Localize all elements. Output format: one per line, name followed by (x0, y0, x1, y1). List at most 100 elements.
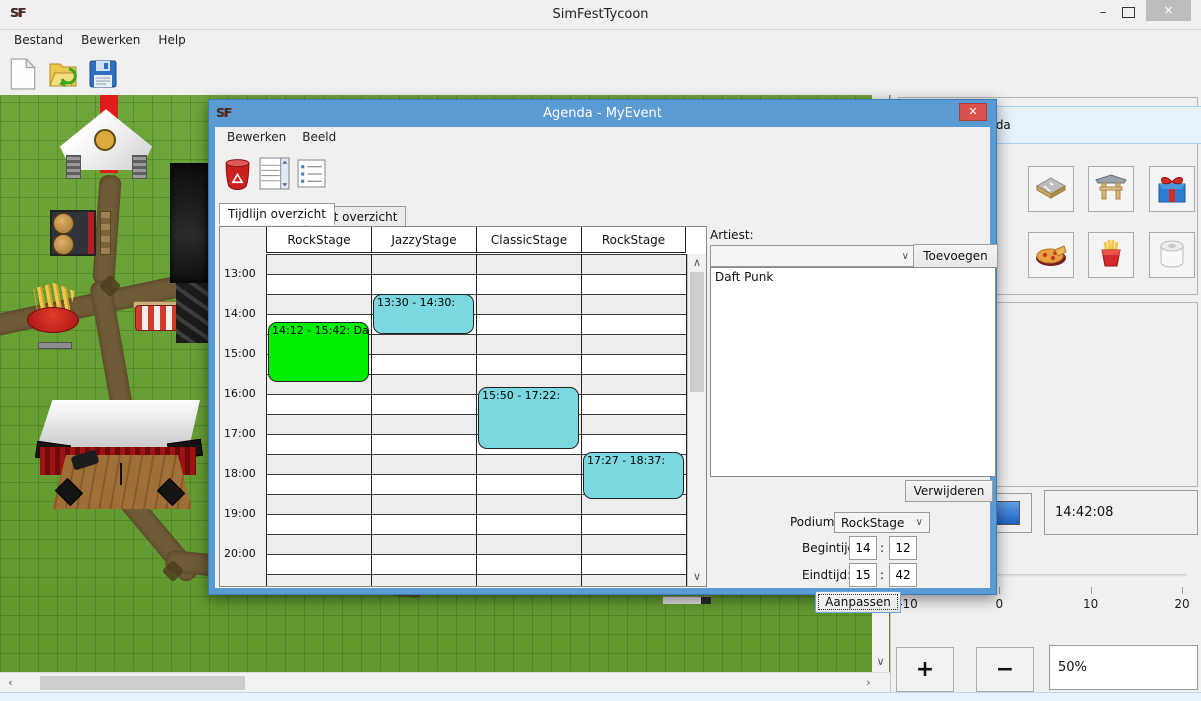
shop-button-pizza[interactable] (1028, 232, 1074, 278)
artist-listbox[interactable]: Daft Punk (710, 267, 996, 477)
burger (53, 234, 74, 255)
zoom-out-button[interactable]: − (976, 647, 1034, 692)
artist-combobox[interactable]: ∨ (710, 245, 916, 267)
shop-button-gift[interactable] (1149, 166, 1195, 212)
tent-logo (94, 129, 116, 151)
minimize-button[interactable]: – (1090, 2, 1116, 24)
road-icon (1033, 170, 1069, 209)
app-window: ∨ ‹ › Agenda 14:42:08 + (0, 0, 1201, 701)
maximize-button[interactable] (1122, 7, 1135, 18)
remove-artist-button[interactable]: Verwijderen (905, 480, 993, 502)
timeline-view-icon[interactable] (259, 157, 290, 190)
time-label: 20:00 (224, 547, 264, 560)
end-time-label: Eindtijd: (802, 568, 851, 582)
tent-leg (132, 155, 147, 179)
podium-combobox[interactable]: RockStage ∨ (834, 512, 930, 533)
shop-button-fries[interactable] (1088, 232, 1134, 278)
start-hour-field[interactable] (849, 536, 877, 560)
game-clock: 14:42:08 (1044, 490, 1198, 535)
fries-stand (27, 307, 79, 333)
time-label: 14:00 (224, 307, 264, 320)
wood-table (100, 211, 111, 255)
dialog-titlebar[interactable]: SF Agenda - MyEvent ✕ (209, 100, 996, 127)
grid-line (581, 254, 582, 586)
stage-mic (120, 463, 122, 485)
scroll-right-icon[interactable]: › (862, 676, 875, 690)
gift-icon (1154, 170, 1190, 209)
speaker-rig (176, 283, 208, 343)
burger (53, 213, 74, 234)
artist-label: Artiest: (710, 228, 754, 242)
agenda-event[interactable]: 15:50 - 17:22: (478, 387, 579, 448)
slider-tick (1091, 587, 1092, 594)
map-hscrollbar[interactable]: ‹ › (0, 672, 890, 692)
slider-scale-label: 20 (1174, 597, 1189, 611)
podium-label: Podium: (790, 515, 838, 529)
time-label: 17:00 (224, 427, 264, 440)
zoom-in-button[interactable]: + (896, 647, 954, 692)
scroll-left-icon[interactable]: ‹ (4, 676, 17, 690)
timeline-grid[interactable]: 13:30 - 14:30: 14:12 - 15:42: Daft Punk 15… (266, 254, 687, 586)
time-label: 19:00 (224, 507, 264, 520)
dialog-toolbar (215, 149, 990, 195)
time-gutter: 13:0014:0015:0016:0017:0018:0019:0020:00 (220, 227, 266, 586)
scroll-up-icon[interactable]: ∧ (690, 256, 704, 270)
dialog-close-button[interactable]: ✕ (959, 103, 987, 121)
chevron-down-icon: ∨ (902, 251, 909, 262)
agenda-event-label: 13:30 - 14:30: (377, 296, 455, 309)
tab-tijdlijn-overzicht[interactable]: Tijdlijn overzicht (219, 203, 335, 225)
new-file-icon[interactable] (8, 58, 38, 90)
agenda-dialog: SF Agenda - MyEvent ✕ BewerkenBeeld Tijd… (208, 99, 997, 595)
agenda-event[interactable]: 17:27 - 18:37: (583, 452, 684, 499)
end-minute-field[interactable] (889, 563, 917, 587)
scroll-down-icon[interactable]: ∨ (874, 655, 887, 669)
artist-list-item[interactable]: Daft Punk (711, 268, 995, 286)
time-label: 18:00 (224, 467, 264, 480)
close-button[interactable]: × (1146, 0, 1191, 21)
zoom-level: 50% (1049, 645, 1198, 690)
shop-button-road[interactable] (1028, 166, 1074, 212)
menu-bewerken[interactable]: Bewerken (73, 31, 148, 49)
start-minute-field[interactable] (889, 536, 917, 560)
apply-button[interactable]: Aanpassen (815, 591, 901, 613)
podium-combobox-value: RockStage (841, 516, 904, 530)
chevron-down-icon: ∨ (916, 517, 923, 528)
blue-square-icon (996, 501, 1020, 525)
dialog-menu-bewerken[interactable]: Bewerken (219, 128, 294, 146)
scroll-down-icon[interactable]: ∨ (690, 570, 704, 584)
agenda-event[interactable]: 13:30 - 14:30: (373, 294, 474, 334)
pizza-icon (1033, 236, 1069, 275)
slider-scale-label: 10 (1083, 597, 1098, 611)
column-header: ClassicStage (476, 227, 581, 252)
menu-help[interactable]: Help (150, 31, 193, 49)
grid-line (371, 254, 372, 586)
main-menubar: BestandBewerkenHelp (0, 30, 1201, 50)
shop-button-toilet-paper[interactable] (1149, 232, 1195, 278)
timeline-panel: 13:0014:0015:0016:0017:0018:0019:0020:00… (219, 226, 707, 587)
shop-button-stage-gate[interactable] (1088, 166, 1134, 212)
column-header: JazzyStage (371, 227, 476, 252)
dialog-menu-beeld[interactable]: Beeld (294, 128, 344, 146)
vscroll-thumb[interactable] (690, 272, 704, 392)
add-artist-button[interactable]: Toevoegen (913, 244, 998, 268)
clock-value: 14:42:08 (1055, 505, 1113, 520)
time-label: 16:00 (224, 387, 264, 400)
statusbar (0, 692, 1201, 701)
open-folder-icon[interactable] (48, 58, 78, 90)
save-icon[interactable] (88, 58, 118, 90)
speaker-rig (170, 163, 208, 283)
partially-hidden-object (663, 596, 711, 604)
end-hour-field[interactable] (849, 563, 877, 587)
zoom-level-value: 50% (1058, 660, 1087, 675)
slider-scale-label: 0 (996, 597, 1004, 611)
window-titlebar: SF SimFestTycoon – × (0, 0, 1201, 30)
slider-scale-label: -10 (898, 597, 918, 611)
list-view-icon[interactable] (297, 159, 326, 188)
agenda-event[interactable]: 14:12 - 15:42: Daft Punk (268, 322, 369, 382)
hscroll-thumb[interactable] (40, 676, 245, 690)
delete-trash-icon[interactable] (225, 159, 250, 190)
timeline-vscrollbar[interactable]: ∧ ∨ (687, 254, 706, 586)
menu-bestand[interactable]: Bestand (6, 31, 71, 49)
agenda-event-label: 14:12 - 15:42: Daft Punk (272, 324, 369, 337)
slider-tick (1182, 587, 1183, 594)
